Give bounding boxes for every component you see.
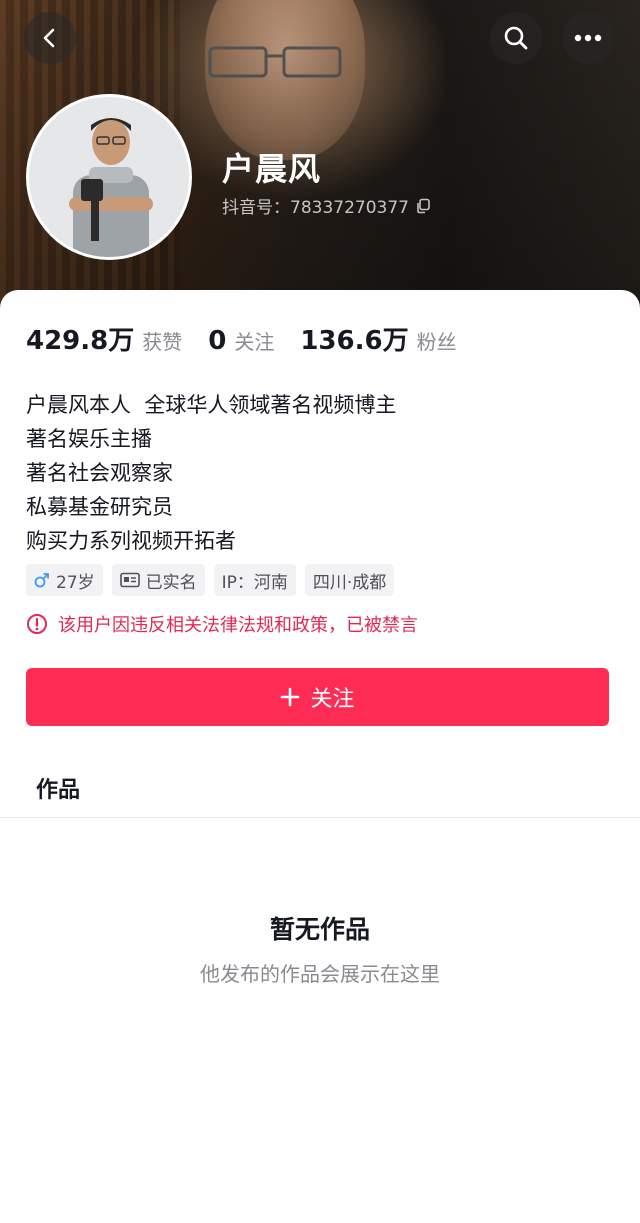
stat-followers[interactable]: 136.6万 粉丝 [300, 320, 456, 357]
bio-line: 私募基金研究员 [26, 495, 173, 519]
search-button[interactable] [490, 12, 542, 64]
profile-card: 429.8万 获赞 0 关注 136.6万 粉丝 户晨风本人 全球华人领域著名视… [0, 290, 640, 1223]
empty-state-subtitle: 他发布的作品会展示在这里 [200, 962, 440, 986]
tab-works[interactable]: 作品 [36, 772, 80, 804]
male-icon [34, 573, 49, 588]
follow-button[interactable]: 关注 [26, 668, 609, 726]
bio-line: 购买力系列视频开拓者 [26, 529, 236, 553]
avatar-image [29, 97, 189, 257]
tag-location: 四川·成都 [304, 564, 395, 596]
back-button[interactable] [24, 12, 76, 64]
empty-state-title: 暂无作品 [269, 915, 370, 944]
more-icon [574, 34, 602, 42]
stat-following[interactable]: 0 关注 [208, 326, 274, 356]
tag-location-text: 四川·成都 [312, 572, 387, 593]
stat-label: 关注 [234, 330, 275, 354]
bio-line: 户晨风本人 全球华人领域著名视频博主 [26, 393, 397, 417]
profile-header: 户晨风 抖音号：78337270377 [0, 0, 640, 320]
douyin-id[interactable]: 抖音号：78337270377 [222, 193, 431, 218]
tag-ip: IP：河南 [213, 564, 296, 596]
douyin-id-text: 抖音号：78337270377 [222, 198, 409, 218]
stats-row: 429.8万 获赞 0 关注 136.6万 粉丝 [26, 320, 483, 357]
bio: 户晨风本人 全球华人领域著名视频博主 著名娱乐主播 著名社会观察家 私募基金研究… [26, 388, 396, 558]
tag-age-text: 27岁 [56, 572, 95, 593]
plus-icon [281, 687, 300, 707]
tag-age: 27岁 [26, 564, 103, 596]
back-icon [43, 28, 55, 48]
stat-label: 粉丝 [416, 330, 457, 354]
stat-likes[interactable]: 429.8万 获赞 [26, 320, 182, 357]
tag-verified[interactable]: 已实名 [111, 564, 205, 596]
ban-warning: 该用户因违反相关法律法规和政策，已被禁言 [26, 611, 418, 637]
bio-line: 著名社会观察家 [26, 461, 173, 485]
stat-value: 0 [208, 326, 227, 356]
tag-ip-text: IP：河南 [221, 572, 288, 593]
stat-value: 429.8万 [26, 326, 135, 356]
bio-line: 著名娱乐主播 [26, 427, 152, 451]
profile-username: 户晨风 [222, 150, 322, 188]
profile-tags: 27岁 已实名 IP：河南 四川·成都 [26, 564, 395, 596]
more-button[interactable] [562, 12, 614, 64]
ban-warning-text: 该用户因违反相关法律法规和政策，已被禁言 [58, 615, 418, 636]
id-card-icon [119, 572, 140, 588]
tag-verified-text: 已实名 [145, 572, 197, 593]
avatar[interactable] [26, 94, 192, 260]
copy-icon[interactable] [415, 198, 431, 214]
stat-label: 获赞 [142, 330, 183, 354]
tab-divider [0, 817, 640, 818]
warning-icon [27, 614, 47, 634]
search-icon [504, 26, 528, 50]
stat-value: 136.6万 [300, 326, 409, 356]
follow-button-label: 关注 [310, 687, 355, 712]
